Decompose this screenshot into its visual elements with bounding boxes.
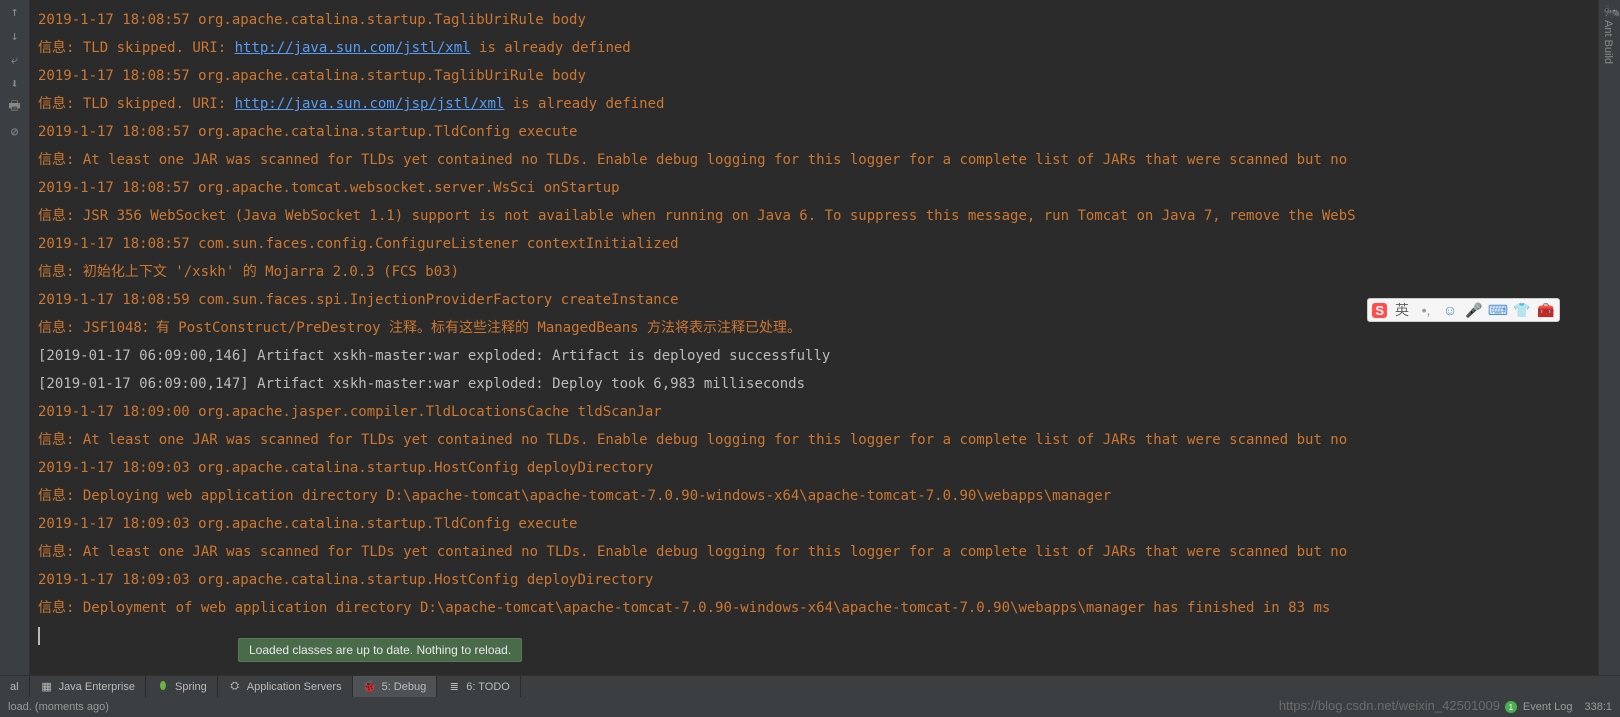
reload-tooltip: Loaded classes are up to date. Nothing t…	[238, 638, 522, 662]
tab-java-enterprise[interactable]: ▦ Java Enterprise	[30, 676, 146, 697]
event-log-button[interactable]: 1 Event Log	[1505, 701, 1573, 714]
console-line: 信息: Deployment of web application direct…	[38, 594, 1590, 622]
ime-skin-icon[interactable]: 👕	[1513, 301, 1531, 319]
ime-emoji-icon[interactable]: ☺	[1441, 301, 1459, 319]
console-output[interactable]: 2019-1-17 18:08:57 org.apache.catalina.s…	[30, 0, 1598, 717]
servers-icon: ⛭	[228, 680, 242, 694]
export-icon[interactable]: ⬇	[7, 76, 23, 92]
console-line: 信息: TLD skipped. URI: http://java.sun.co…	[38, 90, 1590, 118]
console-line: [2019-01-17 06:09:00,146] Artifact xskh-…	[38, 342, 1590, 370]
event-log-badge-icon: 1	[1505, 701, 1517, 713]
console-line: 信息: At least one JAR was scanned for TLD…	[38, 426, 1590, 454]
status-left: load. (moments ago)	[8, 701, 109, 713]
console-line: 2019-1-17 18:08:59 com.sun.faces.spi.Inj…	[38, 286, 1590, 314]
right-sidebar: 🐜 Ant Build	[1598, 0, 1620, 717]
ime-keyboard-icon[interactable]: ⌨	[1489, 301, 1507, 319]
ime-toolbar[interactable]: S 英 •, ☺ 🎤 ⌨ 👕 🧰	[1367, 298, 1560, 322]
wrap-icon[interactable]: ⤶	[7, 52, 23, 68]
console-line: 信息: 初始化上下文 '/xskh' 的 Mojarra 2.0.3 (FCS …	[38, 258, 1590, 286]
tab-todo[interactable]: ≣ 6: TODO	[437, 676, 521, 697]
console-line: 信息: TLD skipped. URI: http://java.sun.co…	[38, 34, 1590, 62]
down-arrow-icon[interactable]: ↓	[7, 28, 23, 44]
debug-icon: 🐞	[363, 680, 377, 694]
sogou-icon[interactable]: S	[1372, 303, 1387, 318]
ant-build-label[interactable]: Ant Build	[1602, 20, 1614, 64]
spring-icon: ⬮	[156, 680, 170, 694]
console-line: 信息: Deploying web application directory …	[38, 482, 1590, 510]
console-link[interactable]: http://java.sun.com/jstl/xml	[235, 40, 471, 56]
ime-punct-icon[interactable]: •,	[1417, 301, 1435, 319]
todo-icon: ≣	[447, 680, 461, 694]
ime-toolbox-icon[interactable]: 🧰	[1537, 301, 1555, 319]
up-arrow-icon[interactable]: ↑	[7, 4, 23, 20]
ant-build-icon[interactable]: 🐜	[1603, 4, 1617, 18]
console-line: 信息: At least one JAR was scanned for TLD…	[38, 538, 1590, 566]
tab-application-servers[interactable]: ⛭ Application Servers	[218, 676, 353, 697]
console-line: 2019-1-17 18:09:03 org.apache.catalina.s…	[38, 454, 1590, 482]
console-line: [2019-01-17 06:09:00,147] Artifact xskh-…	[38, 370, 1590, 398]
console-line: 2019-1-17 18:08:57 org.apache.catalina.s…	[38, 118, 1590, 146]
console-line: 信息: JSF1048：有 PostConstruct/PreDestroy 注…	[38, 314, 1590, 342]
tab-terminal[interactable]: al	[0, 676, 30, 697]
console-line: 信息: JSR 356 WebSocket (Java WebSocket 1.…	[38, 202, 1590, 230]
console-line: 2019-1-17 18:09:03 org.apache.catalina.s…	[38, 510, 1590, 538]
left-gutter: ↑ ↓ ⤶ ⬇ 🖶 ⊘	[0, 0, 30, 717]
java-ee-icon: ▦	[40, 680, 54, 694]
console-line: 2019-1-17 18:08:57 org.apache.catalina.s…	[38, 62, 1590, 90]
clear-icon[interactable]: ⊘	[7, 124, 23, 140]
console-line: 2019-1-17 18:08:57 org.apache.tomcat.web…	[38, 174, 1590, 202]
console-line: 2019-1-17 18:08:57 org.apache.catalina.s…	[38, 6, 1590, 34]
ime-mic-icon[interactable]: 🎤	[1465, 301, 1483, 319]
cursor-position: 338:1	[1584, 701, 1612, 713]
console-line: 2019-1-17 18:09:03 org.apache.catalina.s…	[38, 566, 1590, 594]
console-link[interactable]: http://java.sun.com/jsp/jstl/xml	[235, 96, 505, 112]
bottom-tool-tabs: al ▦ Java Enterprise ⬮ Spring ⛭ Applicat…	[0, 675, 1620, 697]
tab-debug[interactable]: 🐞 5: Debug	[353, 676, 438, 697]
tab-spring[interactable]: ⬮ Spring	[146, 676, 218, 697]
console-line: 信息: At least one JAR was scanned for TLD…	[38, 146, 1590, 174]
ime-lang-label[interactable]: 英	[1393, 301, 1411, 319]
print-icon[interactable]: 🖶	[7, 100, 23, 116]
watermark: https://blog.csdn.net/weixin_42501009	[1279, 698, 1500, 713]
console-line: 2019-1-17 18:09:00 org.apache.jasper.com…	[38, 398, 1590, 426]
console-line: 2019-1-17 18:08:57 com.sun.faces.config.…	[38, 230, 1590, 258]
